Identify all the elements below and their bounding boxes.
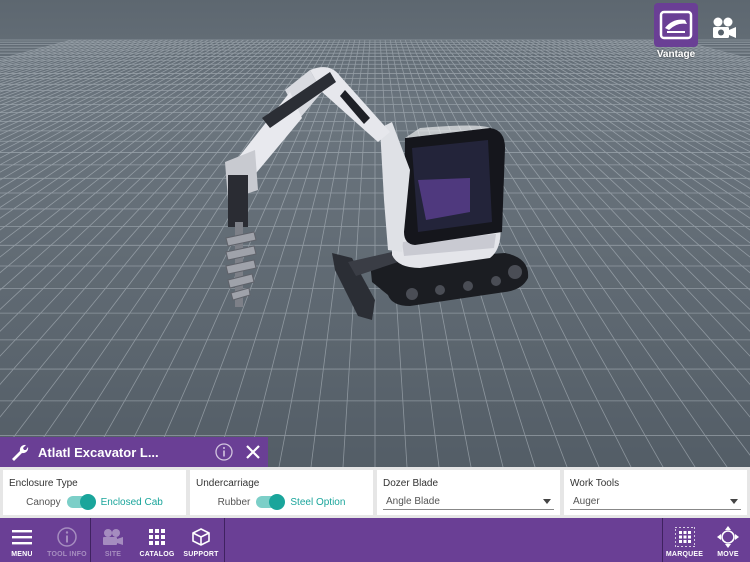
site-camera-icon [102,526,124,548]
canopy-option[interactable]: Canopy [26,497,60,508]
vantage-view-icon [654,3,698,47]
support-button[interactable]: SUPPORT [179,518,223,562]
steel-option[interactable]: Steel Option [290,497,345,508]
rubber-option[interactable]: Rubber [218,497,251,508]
tool-info-button[interactable]: TOOL INFO [44,518,90,562]
dozer-blade-label: Dozer Blade [383,478,439,489]
vantage-button[interactable]: Vantage [653,3,699,60]
move-button[interactable]: MOVE [706,518,750,562]
catalog-button[interactable]: CATALOG [135,518,179,562]
move-label: MOVE [717,551,739,558]
menu-label: MENU [11,551,33,558]
work-tools-select[interactable]: Auger [570,496,741,510]
info-icon[interactable] [210,442,238,462]
tool-info-label: TOOL INFO [47,551,87,558]
menu-button[interactable]: MENU [0,518,44,562]
support-label: SUPPORT [183,551,219,558]
enclosed-cab-option[interactable]: Enclosed Cab [101,497,163,508]
chevron-down-icon [543,499,551,504]
close-icon[interactable] [238,444,268,460]
undercarriage-toggle[interactable] [256,494,286,510]
catalog-label: CATALOG [139,551,175,558]
hamburger-icon [12,526,32,548]
video-camera-button[interactable] [708,12,740,44]
item-title: Atlatl Excavator L... [38,444,159,460]
options-bar: Enclosure Type Canopy Enclosed Cab Under… [0,467,750,518]
bottom-toolbar: MENU TOOL INFO SITE CATALOG SUPPORT MARQ… [0,518,750,562]
vantage-label: Vantage [656,49,696,60]
dozer-blade-value: Angle Blade [386,496,440,507]
video-camera-icon [713,17,736,38]
3d-viewport[interactable]: Vantage Atlatl Excavator L... Enclosure … [0,0,750,562]
enclosure-type-label: Enclosure Type [9,478,78,489]
marquee-button[interactable]: MARQUEE [663,518,706,562]
item-title-bar: Atlatl Excavator L... [0,437,268,467]
marquee-label: MARQUEE [665,551,704,558]
dozer-blade-select[interactable]: Angle Blade [383,496,554,510]
undercarriage-label: Undercarriage [196,478,260,489]
work-tools-value: Auger [573,496,600,507]
site-label: SITE [104,551,122,558]
move-arrows-icon [717,526,739,548]
enclosure-type-panel: Enclosure Type Canopy Enclosed Cab [3,470,186,515]
site-button[interactable]: SITE [91,518,135,562]
cube-icon [191,526,211,548]
grid-icon [149,526,165,548]
info-icon [56,526,78,548]
work-tools-label: Work Tools [570,478,620,489]
dozer-blade-panel: Dozer Blade Angle Blade [377,470,560,515]
chevron-down-icon [730,499,738,504]
undercarriage-panel: Undercarriage Rubber Steel Option [190,470,373,515]
marquee-icon [674,526,695,548]
work-tools-panel: Work Tools Auger [564,470,747,515]
wrench-icon[interactable] [0,442,38,462]
enclosure-toggle[interactable] [66,494,96,510]
